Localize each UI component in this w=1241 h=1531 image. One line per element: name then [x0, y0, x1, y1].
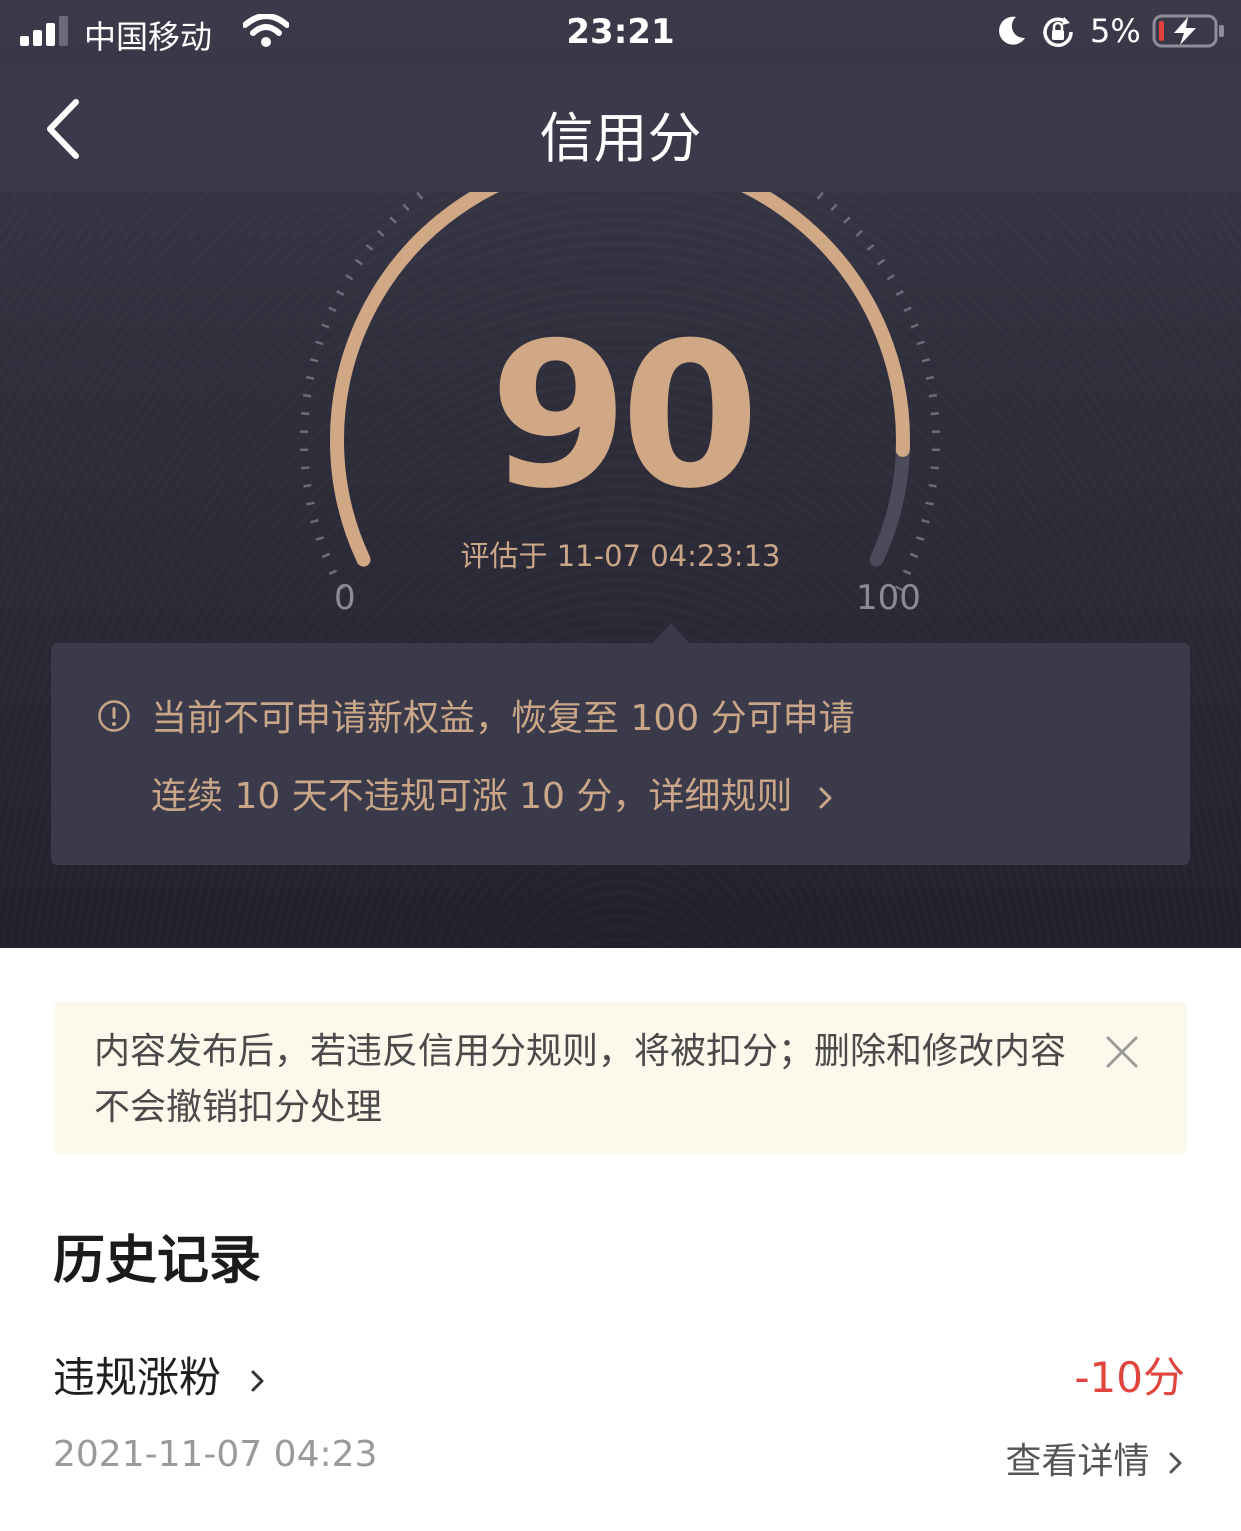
record-timestamp: 2021-11-07 04:23 [53, 1434, 378, 1475]
rights-status-text: 当前不可申请新权益，恢复至 100 分可申请 [151, 698, 855, 739]
gauge-tick [336, 289, 345, 297]
panel-pointer [651, 623, 691, 645]
battery-charging-icon [1152, 14, 1224, 48]
battery-percent: 5% [1090, 12, 1141, 50]
gauge-tick [877, 258, 886, 266]
navigation-bar: 信用分 [0, 64, 1241, 192]
chevron-right-icon [819, 787, 832, 809]
gauge-min-label: 0 [334, 578, 356, 618]
info-icon [98, 700, 130, 732]
chevron-right-icon [251, 1370, 264, 1391]
gauge-tick [855, 229, 863, 237]
evaluation-time: 评估于 11-07 04:23:13 [460, 539, 781, 573]
credit-score-screen: 中国移动 23:21 5% 信用分 90 评估于 11-07 04:23:13 … [0, 0, 1241, 1531]
gauge-tick [843, 216, 851, 224]
rights-info-panel: 当前不可申请新权益，恢复至 100 分可申请 连续 10 天不违规可涨 10 分… [51, 623, 1190, 865]
gauge-max-label: 100 [856, 578, 921, 618]
credit-score-value: 90 [489, 300, 759, 533]
gauge-tick [895, 289, 904, 297]
gauge-tick [345, 274, 354, 281]
status-bar: 中国移动 23:21 5% [0, 0, 1241, 64]
record-score-change: -10分 [1074, 1353, 1185, 1402]
rotation-lock-icon [1043, 17, 1073, 47]
page-title: 信用分 [539, 107, 702, 170]
notice-text: 内容发布后，若违反信用分规则，将被扣分；删除和修改内容不会撤销扣分处理 [94, 1031, 1067, 1128]
gauge-tick [816, 191, 824, 200]
gauge-tick [402, 203, 410, 212]
view-details-link[interactable]: 查看详情 [1006, 1432, 1185, 1484]
gauge-tick [354, 258, 363, 266]
moon-icon [999, 16, 1025, 45]
view-details-label: 查看详情 [1005, 1441, 1150, 1482]
chevron-right-icon [1169, 1452, 1182, 1474]
gauge-tick [365, 243, 374, 251]
gauge-tick [377, 229, 385, 237]
penalty-notice-banner: 内容发布后，若违反信用分规则，将被扣分；删除和修改内容不会撤销扣分处理 [54, 1002, 1187, 1154]
gauge-tick [416, 191, 424, 200]
gauge-tick [866, 243, 875, 251]
gauge-tick [886, 274, 895, 281]
record-type-link[interactable]: 违规涨粉 [53, 1344, 268, 1405]
rules-link-text: 连续 10 天不违规可涨 10 分，详细规则 [151, 776, 793, 817]
gauge-tick [389, 216, 397, 224]
close-icon[interactable] [1102, 1032, 1142, 1072]
gauge-tick [830, 203, 838, 212]
history-title: 历史记录 [53, 1231, 262, 1291]
rules-link[interactable]: 连续 10 天不违规可涨 10 分，详细规则 [151, 767, 836, 819]
record-type-label: 违规涨粉 [53, 1353, 222, 1402]
